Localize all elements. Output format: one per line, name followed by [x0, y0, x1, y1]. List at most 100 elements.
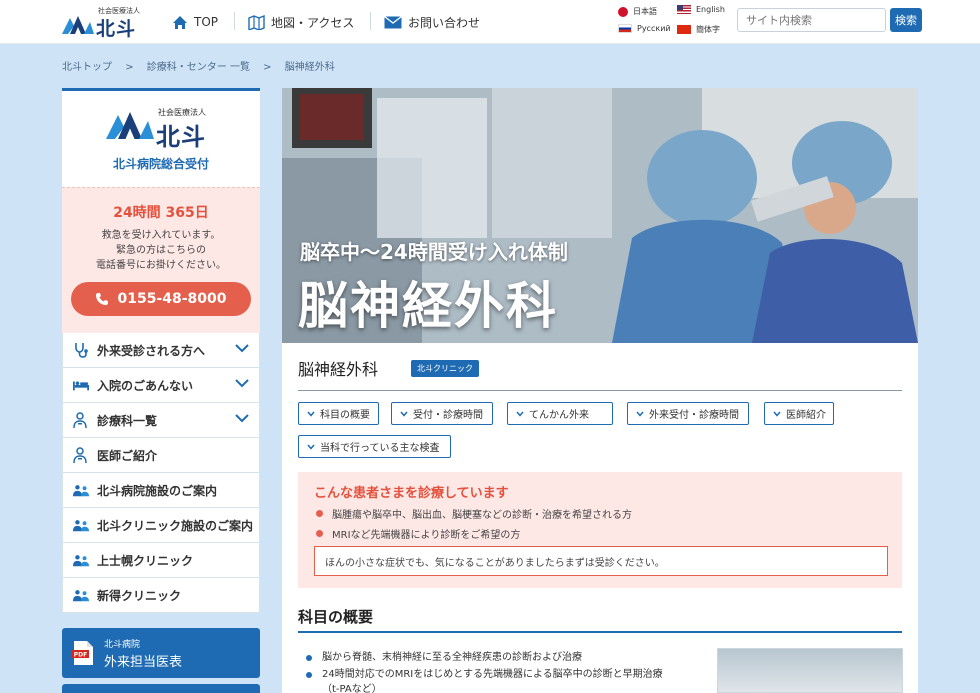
- anchor-reception-hours[interactable]: 受付・診療時間: [391, 402, 493, 425]
- doctor-icon: [73, 412, 87, 428]
- svg-text:PDF: PDF: [74, 652, 87, 659]
- nav-contact-link[interactable]: お問い合わせ: [384, 12, 480, 32]
- breadcrumb-current: 脳神経外科: [284, 62, 335, 73]
- flag-cn-icon: [677, 25, 691, 34]
- lang-russian-link[interactable]: Русский: [618, 24, 671, 33]
- anchor-doctors[interactable]: 医師紹介: [764, 402, 834, 425]
- emergency-box: 24時間 365日 救急を受け入れています。 緊急の方はこちらの 電話番号にお掛…: [62, 187, 260, 333]
- nav-contact-label: お問い合わせ: [408, 15, 481, 30]
- list-item: 脳から脊髄、末梢神経に至る全神経疾患の診断および治療: [306, 651, 582, 665]
- equipment-photo: [717, 648, 903, 693]
- anchor-label: 外来受付・診療時間: [649, 410, 739, 421]
- emergency-heading: 24時間 365日: [113, 205, 209, 221]
- anchor-examinations[interactable]: 当科で行っている主な検査: [298, 435, 451, 458]
- anchor-label: 医師紹介: [786, 410, 826, 421]
- chevron-down-icon: [235, 344, 249, 353]
- sidebar-item-kamishihoro-clinic[interactable]: 上士幌クリニック: [62, 543, 260, 578]
- sidebar-item-doctors[interactable]: 医師ご紹介: [62, 438, 260, 473]
- sidebar-next-button[interactable]: [62, 684, 260, 693]
- chevron-down-icon: [400, 411, 408, 417]
- sidebar: 社会医療法人 北斗 北斗病院総合受付 24時間 365日 救急を受け入れています…: [62, 88, 260, 693]
- emergency-line: 救急を受け入れています。: [101, 230, 221, 241]
- overview-heading: 科目の概要: [298, 608, 374, 626]
- sidebar-logo[interactable]: 社会医療法人 北斗 北斗病院総合受付: [62, 88, 260, 187]
- breadcrumb-separator: >: [263, 62, 272, 73]
- lang-russian-label: Русский: [637, 24, 671, 33]
- anchor-label: 受付・診療時間: [413, 410, 483, 421]
- lang-english-link[interactable]: English: [677, 5, 725, 14]
- breadcrumb-departments-link[interactable]: 診療科・センター 一覧: [147, 62, 250, 73]
- nav-top-link[interactable]: TOP: [172, 12, 218, 32]
- list-item-text: 脳から脊髄、末梢神経に至る全神経疾患の診断および治療: [322, 652, 582, 663]
- chevron-down-icon: [235, 379, 249, 388]
- clinic-badge: 北斗クリニック: [411, 360, 479, 377]
- site-header: 社会医療法人 北斗 TOP 地図・アクセス お問い合わせ 日本語 English…: [0, 0, 980, 44]
- sidebar-item-hospital-facilities[interactable]: 北斗病院施設のご案内: [62, 473, 260, 508]
- page-title: 脳神経外科: [298, 360, 379, 379]
- sidebar-item-label: 新得クリニック: [97, 588, 182, 603]
- site-logo[interactable]: 社会医療法人 北斗: [62, 6, 142, 40]
- people-icon: [73, 555, 89, 567]
- home-icon: [173, 15, 187, 29]
- chevron-down-icon: [516, 411, 524, 417]
- nav-map-label: 地図・アクセス: [271, 15, 355, 30]
- lang-english-label: English: [696, 5, 725, 14]
- sidebar-item-shintoku-clinic[interactable]: 新得クリニック: [62, 578, 260, 613]
- anchor-epilepsy[interactable]: てんかん外来: [507, 402, 613, 425]
- sidebar-item-clinic-facilities[interactable]: 北斗クリニック施設のご案内: [62, 508, 260, 543]
- list-item-text: MRIなど先端機器により診断をご希望の方: [332, 530, 521, 541]
- mail-icon: [384, 15, 402, 28]
- list-item: MRIなど先端機器により診断をご希望の方: [316, 526, 520, 541]
- map-icon: [248, 14, 265, 30]
- nav-top-label: TOP: [194, 15, 219, 29]
- hero-banner: 脳卒中～24時間受け入れ体制 脳神経外科: [282, 88, 918, 343]
- lang-chinese-label: 簡体字: [696, 25, 720, 34]
- list-item: 脳腫瘍や脳卒中、脳出血、脳梗塞などの診断・治療を希望される方: [316, 506, 632, 521]
- nav-divider: [370, 12, 371, 30]
- logo-name-text: 北斗: [96, 18, 137, 40]
- pdf-button-title: 外来担当医表: [104, 655, 183, 670]
- people-icon: [73, 520, 89, 532]
- consultation-note: ほんの小さな症状でも、気になることがありましたらまずは受診ください。: [314, 546, 888, 576]
- anchor-label: 当科で行っている主な検査: [320, 443, 440, 454]
- emergency-line: 電話番号にお掛けください。: [96, 260, 226, 271]
- sidebar-reception-title: 北斗病院総合受付: [112, 157, 209, 171]
- sidebar-item-admission[interactable]: 入院のごあんない: [62, 368, 260, 403]
- people-icon: [73, 590, 89, 602]
- breadcrumb: 北斗トップ > 診療科・センター 一覧 > 脳神経外科: [62, 58, 345, 73]
- anchor-overview[interactable]: 科目の概要: [298, 402, 379, 425]
- stethoscope-icon: [75, 343, 88, 358]
- flag-jp-icon: [618, 6, 628, 17]
- chevron-down-icon: [307, 444, 315, 450]
- phone-icon: [96, 293, 109, 305]
- flag-us-icon: [677, 5, 691, 14]
- nav-map-link[interactable]: 地図・アクセス: [248, 12, 354, 32]
- chevron-down-icon: [307, 411, 315, 417]
- anchor-outpatient-hours[interactable]: 外来受付・診療時間: [627, 402, 749, 425]
- pdf-button-subtitle: 北斗病院: [104, 640, 141, 650]
- hokuto-logo-mark-icon: [62, 16, 94, 34]
- chevron-down-icon: [636, 411, 644, 417]
- outpatient-schedule-pdf-button[interactable]: PDF 北斗病院 外来担当医表: [62, 628, 260, 678]
- sidebar-item-outpatient[interactable]: 外来受診される方へ: [62, 333, 260, 368]
- lang-chinese-link[interactable]: 簡体字: [677, 24, 720, 35]
- breadcrumb-separator: >: [125, 62, 134, 73]
- emergency-phone-number: 0155-48-8000: [117, 291, 227, 307]
- nav-divider: [234, 12, 235, 30]
- site-search-input[interactable]: [737, 8, 886, 32]
- emergency-line: 緊急の方はこちらの: [116, 245, 206, 256]
- chevron-down-icon: [773, 411, 781, 417]
- lang-japanese-link[interactable]: 日本語: [618, 6, 657, 17]
- sidebar-item-departments[interactable]: 診療科一覧: [62, 403, 260, 438]
- bullet-icon: [306, 672, 312, 678]
- hokuto-logo-mark-icon: [106, 112, 154, 139]
- bed-icon: [73, 381, 89, 391]
- sidebar-item-label: 外来受診される方へ: [97, 343, 206, 358]
- list-item-continuation: （t-PAなど）: [322, 683, 382, 693]
- bullet-icon: [306, 655, 312, 661]
- site-search-button[interactable]: 検索: [890, 8, 922, 32]
- emergency-phone-button[interactable]: 0155-48-8000: [71, 282, 251, 316]
- sidebar-item-label: 北斗クリニック施設のご案内: [97, 518, 254, 533]
- lang-japanese-label: 日本語: [633, 7, 657, 16]
- breadcrumb-home-link[interactable]: 北斗トップ: [62, 62, 112, 73]
